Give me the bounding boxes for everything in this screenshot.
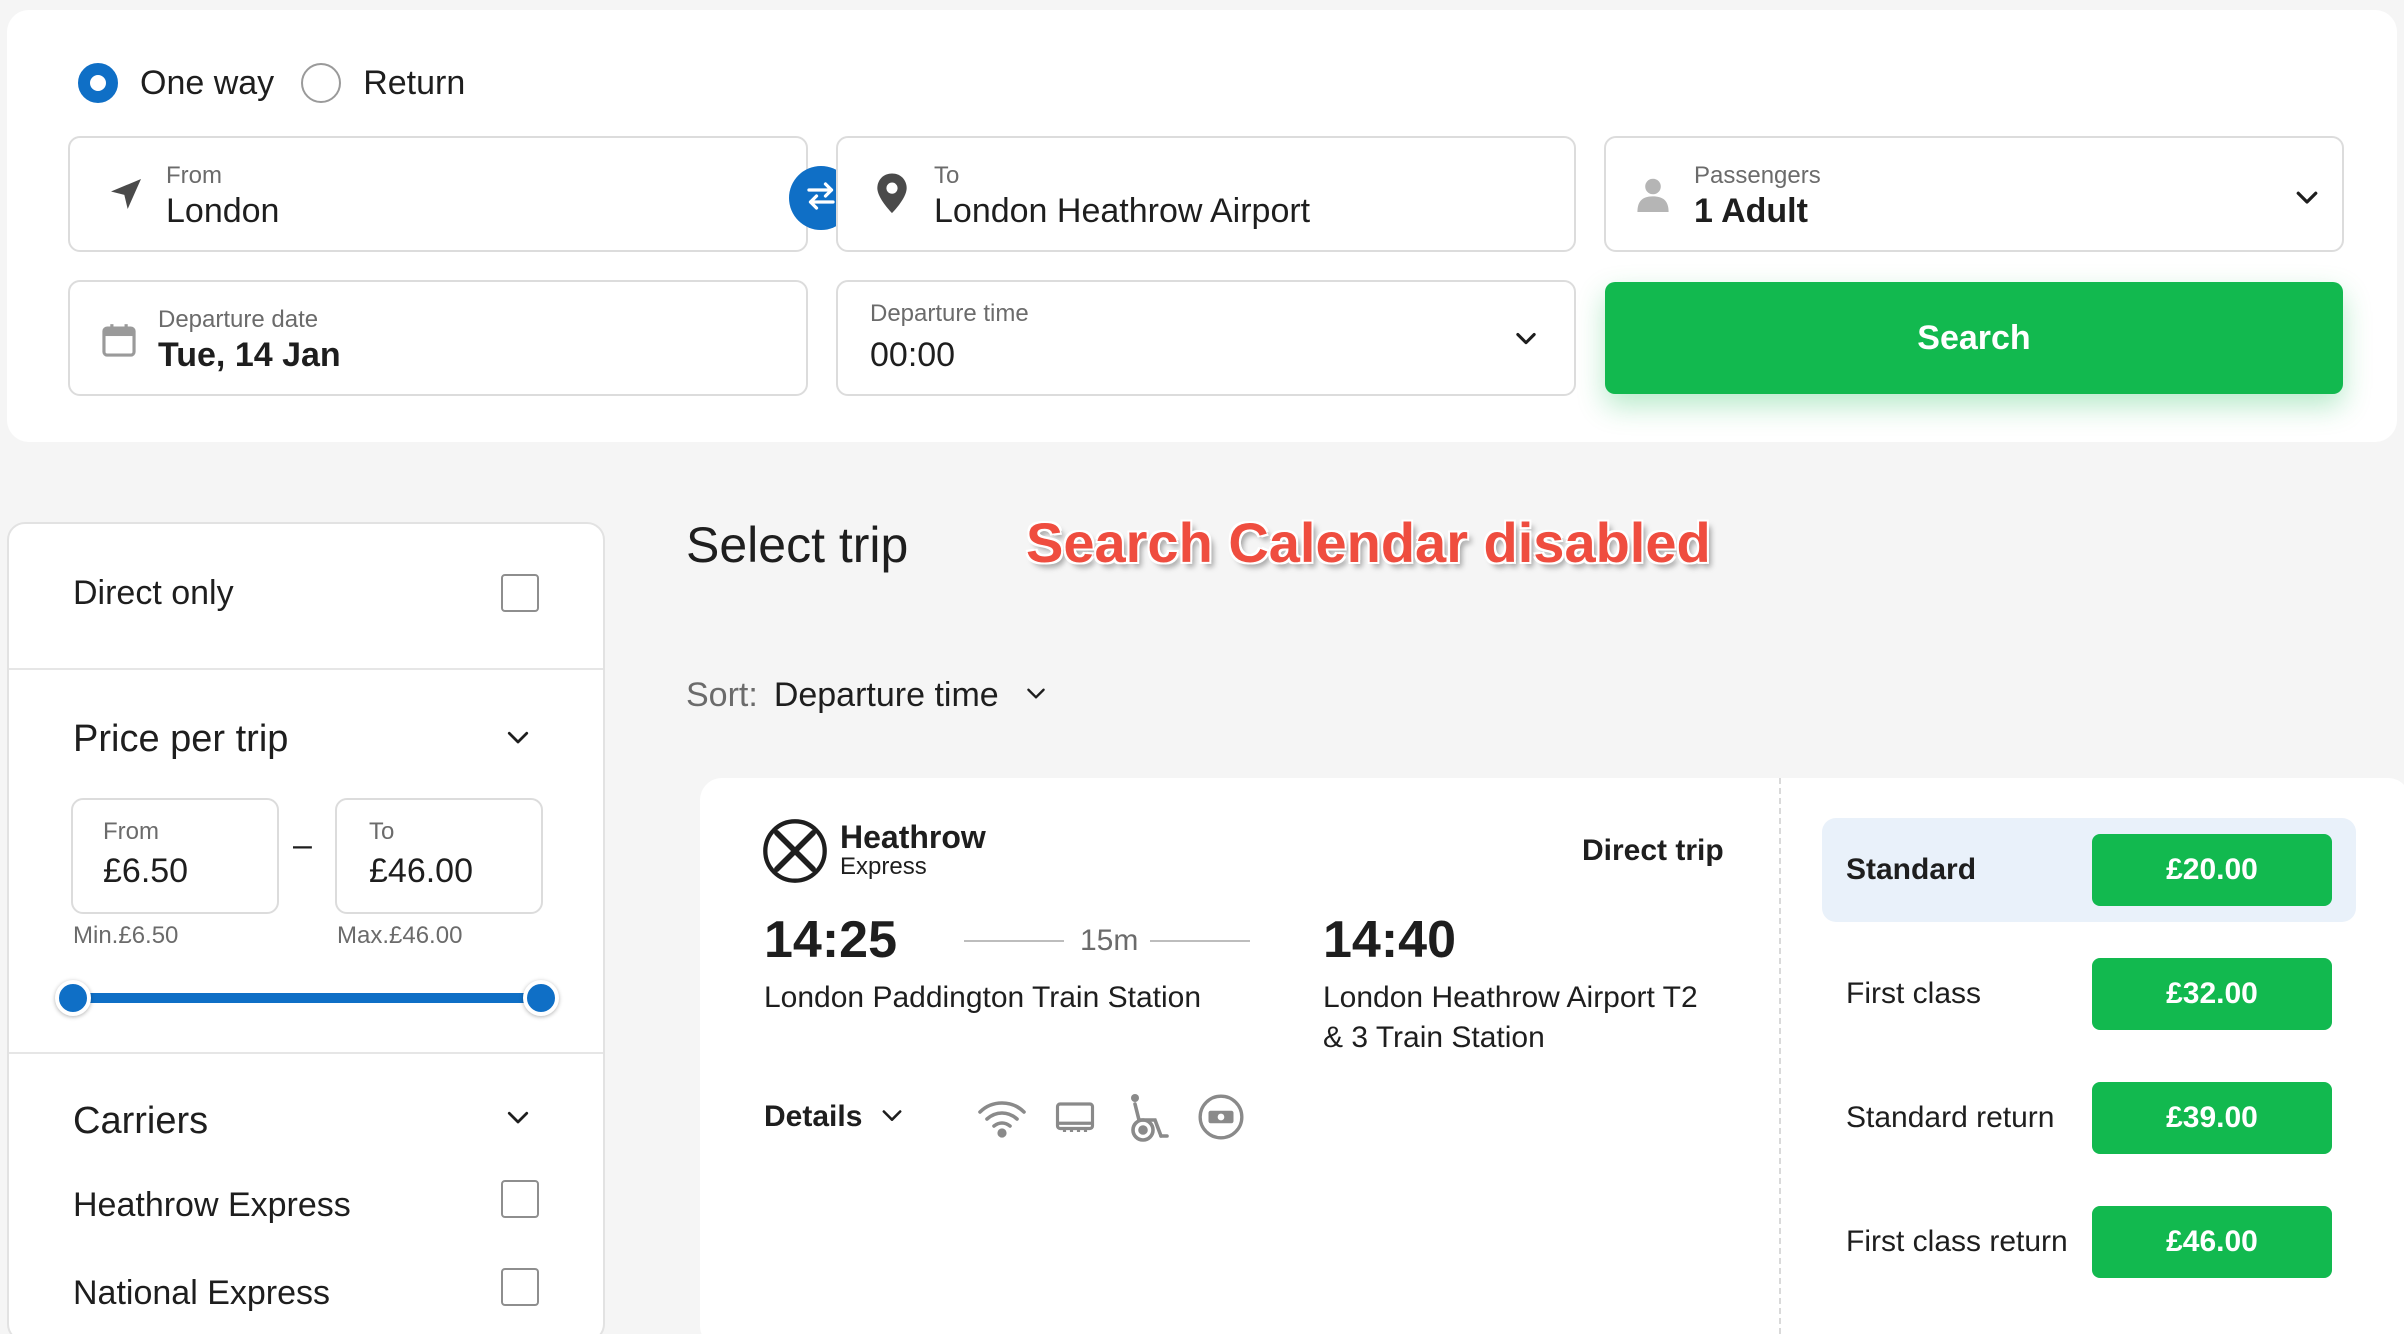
from-field[interactable]: From London	[68, 136, 808, 252]
search-button[interactable]: Search	[1605, 282, 2343, 394]
divider	[9, 1052, 603, 1054]
carrier-heathrow-express-checkbox[interactable]	[501, 1180, 539, 1218]
trip-type-label: Direct trip	[1582, 834, 1724, 867]
origin-station: London Paddington Train Station	[764, 981, 1202, 1014]
price-to-value: £46.00	[369, 852, 473, 890]
chevron-down-icon[interactable]	[503, 722, 533, 757]
fare-name: Standard return	[1846, 1101, 2055, 1134]
price-slider-track[interactable]	[73, 993, 543, 1003]
fare-option-standard-return[interactable]: Standard return £39.00	[1822, 1066, 2356, 1170]
sort-value[interactable]: Departure time	[774, 676, 999, 715]
departure-date-value: Tue, 14 Jan	[158, 336, 341, 374]
destination-station-line2: & 3 Train Station	[1323, 1021, 1545, 1054]
price-slider-max-handle[interactable]	[523, 980, 559, 1016]
to-field[interactable]: To London Heathrow Airport	[836, 136, 1576, 252]
passengers-label: Passengers	[1694, 162, 1821, 189]
one-way-label[interactable]: One way	[140, 64, 274, 103]
results-title: Select trip	[686, 517, 909, 573]
chevron-down-icon	[2292, 182, 2322, 217]
sort-control[interactable]: Sort: Departure time	[686, 676, 1049, 715]
card-divider	[1779, 778, 1781, 1334]
price-slider-min-handle[interactable]	[55, 980, 91, 1016]
fare-price-button[interactable]: £39.00	[2092, 1082, 2332, 1154]
swap-arrows-icon	[803, 178, 839, 219]
destination-station: London Heathrow Airport T2	[1323, 981, 1698, 1014]
chevron-down-icon[interactable]	[503, 1102, 533, 1137]
chevron-down-icon	[878, 1101, 906, 1134]
calendar-icon	[100, 320, 138, 365]
price-filter-title: Price per trip	[73, 718, 289, 760]
departure-time-value: 00:00	[870, 336, 956, 374]
wifi-icon	[976, 1096, 1028, 1140]
trip-type-selector: One way Return	[78, 58, 492, 108]
to-label: To	[934, 162, 960, 189]
filters-sidebar: Direct only Price per trip From £6.50 – …	[7, 522, 605, 1334]
return-label[interactable]: Return	[363, 64, 465, 103]
fare-option-standard[interactable]: Standard £20.00	[1822, 818, 2356, 922]
annotation-overlay: Search Calendar disabled	[1026, 511, 1711, 574]
fare-option-first-class[interactable]: First class £32.00	[1822, 942, 2356, 1046]
carrier-national-express-label: National Express	[73, 1274, 331, 1312]
one-way-radio[interactable]	[78, 63, 118, 103]
price-to-input[interactable]: To £46.00	[335, 798, 543, 914]
to-value: London Heathrow Airport	[934, 192, 1311, 230]
carrier-name: Heathrow	[840, 819, 986, 855]
carrier-national-express-checkbox[interactable]	[501, 1268, 539, 1306]
divider	[9, 668, 603, 670]
return-radio[interactable]	[301, 63, 342, 103]
details-label: Details	[764, 1100, 863, 1133]
direct-only-label: Direct only	[73, 574, 234, 612]
power-outlet-icon	[1054, 1100, 1096, 1136]
departure-date-field[interactable]: Departure date Tue, 14 Jan	[68, 280, 808, 396]
price-from-label: From	[103, 818, 159, 845]
from-value: London	[166, 192, 280, 230]
fare-option-first-class-return[interactable]: First class return £46.00	[1822, 1190, 2356, 1294]
fare-name: First class return	[1846, 1225, 2068, 1258]
departure-date-label: Departure date	[158, 306, 319, 333]
duration-line-right	[1150, 940, 1250, 942]
fare-price-button[interactable]: £32.00	[2092, 958, 2332, 1030]
price-from-value: £6.50	[103, 852, 189, 890]
departure-time-label: Departure time	[870, 300, 1029, 327]
wheelchair-icon	[1124, 1092, 1174, 1144]
from-label: From	[166, 162, 222, 189]
ticket-refund-icon	[1196, 1092, 1246, 1142]
fare-name: First class	[1846, 977, 1981, 1010]
heathrow-express-logo-icon	[762, 818, 828, 889]
departure-time-field[interactable]: Departure time 00:00	[836, 280, 1576, 396]
price-to-label: To	[369, 818, 395, 845]
price-range-separator: –	[293, 826, 312, 864]
chevron-down-icon	[1023, 680, 1049, 711]
arrival-time: 14:40	[1323, 911, 1456, 969]
passengers-value: 1 Adult	[1694, 192, 1808, 230]
price-min-label: Min.£6.50	[73, 922, 179, 949]
passengers-field[interactable]: Passengers 1 Adult	[1604, 136, 2344, 252]
carrier-name-sub: Express	[840, 853, 927, 880]
fare-price-button[interactable]: £20.00	[2092, 834, 2332, 906]
price-from-input[interactable]: From £6.50	[71, 798, 279, 914]
sort-label: Sort:	[686, 676, 758, 714]
carrier-heathrow-express-label: Heathrow Express	[73, 1186, 351, 1224]
details-toggle[interactable]: Details	[764, 1100, 906, 1134]
duration-line-left	[964, 940, 1064, 942]
trip-duration: 15m	[1080, 924, 1139, 957]
fare-price-button[interactable]: £46.00	[2092, 1206, 2332, 1278]
direct-only-checkbox[interactable]	[501, 574, 539, 612]
price-max-label: Max.£46.00	[337, 922, 463, 949]
map-pin-icon	[874, 172, 910, 221]
navigation-arrow-icon	[106, 174, 146, 219]
carriers-filter-title: Carriers	[73, 1100, 209, 1142]
departure-time: 14:25	[764, 911, 897, 969]
fare-name: Standard	[1846, 853, 1977, 886]
chevron-down-icon	[1512, 324, 1540, 357]
person-icon	[1636, 176, 1670, 219]
